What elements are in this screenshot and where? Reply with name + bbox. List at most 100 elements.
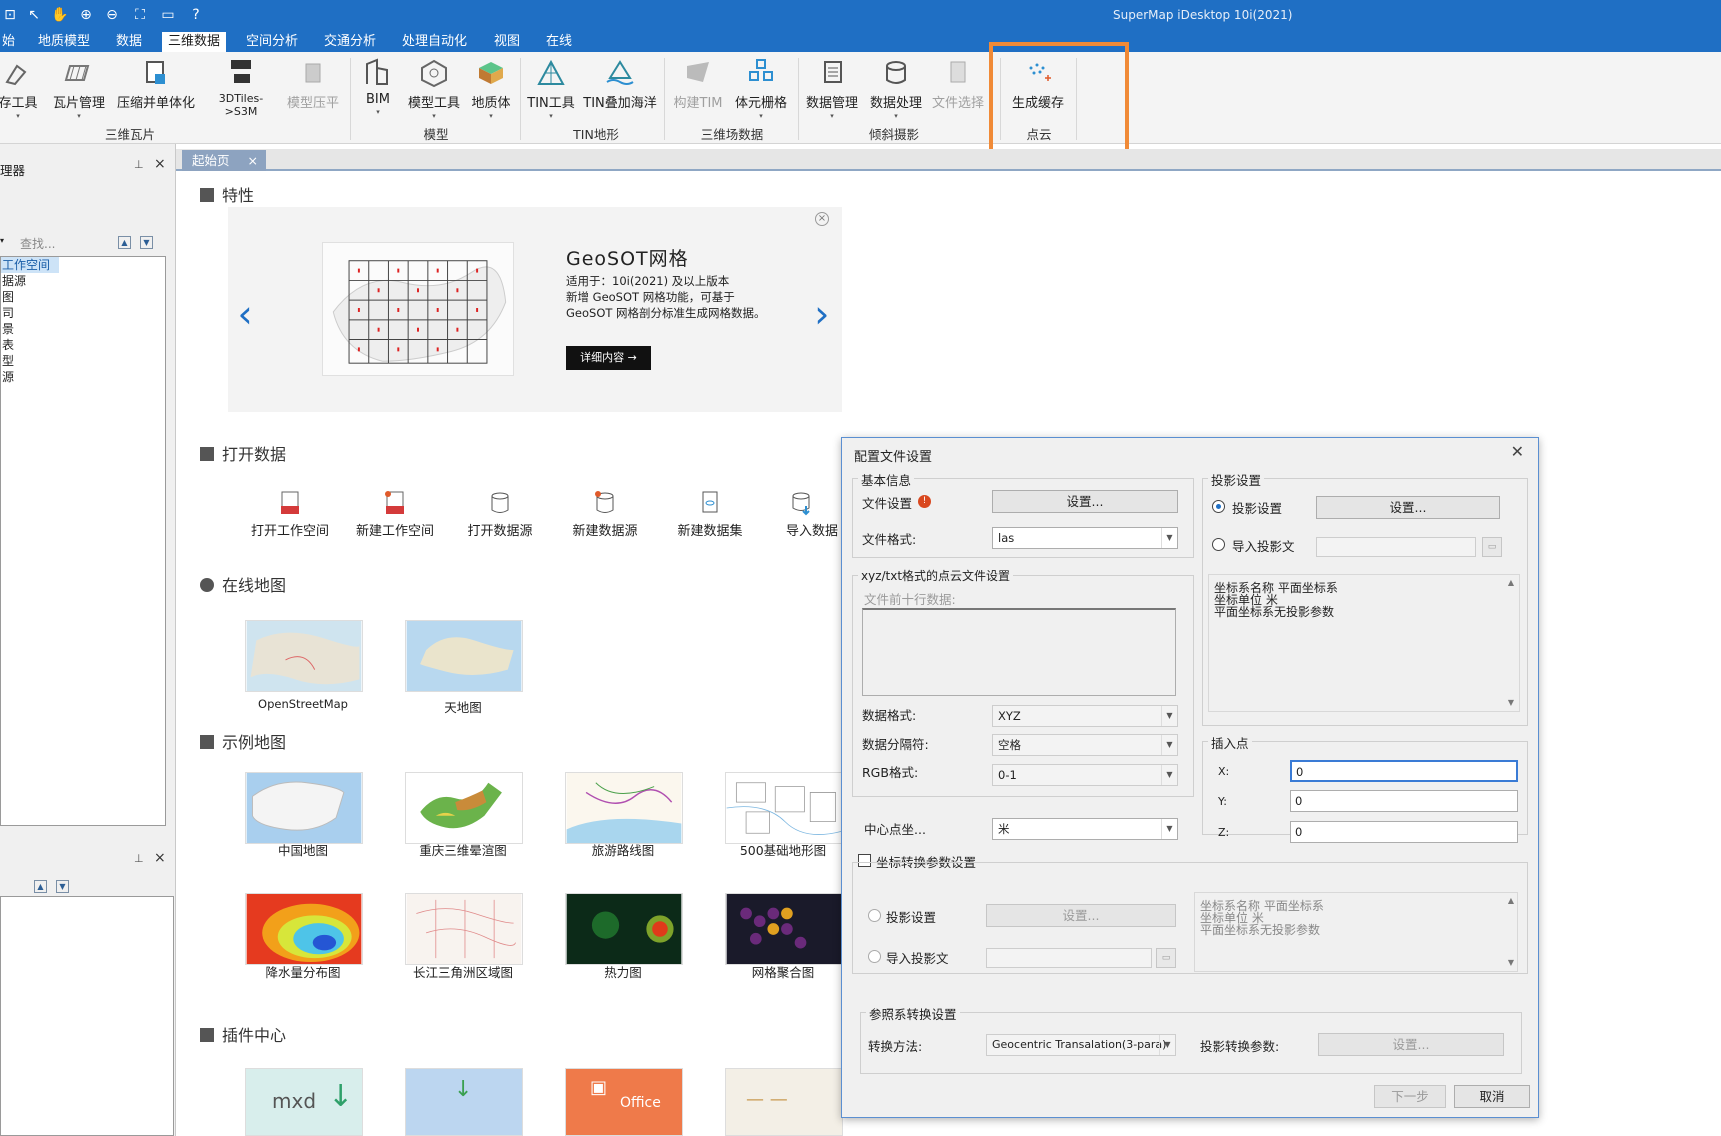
next-button[interactable]: 下一步 xyxy=(1374,1085,1446,1108)
data-format-select[interactable]: XYZ ▼ xyxy=(992,705,1178,727)
browse-folder-icon[interactable]: ▭ xyxy=(1482,537,1502,557)
tin-sea-button[interactable]: TIN叠加海洋 xyxy=(582,58,658,128)
cancel-button[interactable]: 取消 xyxy=(1454,1085,1530,1108)
plugin-import[interactable]: ↓ xyxy=(405,1068,523,1136)
tab-view[interactable]: 视图 xyxy=(488,32,526,52)
layer-down-icon[interactable]: ▼ xyxy=(56,880,69,893)
tree-item-layouts[interactable]: 司 xyxy=(1,305,165,321)
plugin-network[interactable]: — — xyxy=(725,1068,843,1136)
help-icon[interactable]: ? xyxy=(186,5,206,25)
plugin-mxd[interactable]: mxd ↓ xyxy=(245,1068,363,1136)
model-tools-button[interactable]: 模型工具 ▾ xyxy=(402,58,466,128)
center-unit-select[interactable]: 米 ▼ xyxy=(992,818,1178,840)
tree-item-maps[interactable]: 图 xyxy=(1,289,165,305)
build-tim-button[interactable]: 构建TIM xyxy=(668,58,728,128)
transform-import-radio[interactable] xyxy=(868,950,881,963)
tab-traffic-analysis[interactable]: 交通分析 xyxy=(318,32,382,52)
voxel-button[interactable]: 体元栅格 ▾ xyxy=(730,58,792,128)
tab-automation[interactable]: 处理自动化 xyxy=(396,32,473,52)
transform-projection-button[interactable]: 设置... xyxy=(986,904,1176,927)
banner-close-icon[interactable]: × xyxy=(815,212,829,226)
pin-icon[interactable]: ⊥ xyxy=(134,158,144,171)
banner-prev-icon[interactable]: ‹ xyxy=(234,292,257,336)
zoom-in-icon[interactable]: ⊕ xyxy=(76,5,96,25)
scroll-down-icon[interactable]: ▼ xyxy=(1504,958,1518,967)
import-projection-radio[interactable] xyxy=(1212,538,1225,551)
banner-details-button[interactable]: 详细内容 → xyxy=(566,346,651,370)
projection-setting-button[interactable]: 设置... xyxy=(1316,496,1500,519)
transform-projection-radio[interactable] xyxy=(868,909,881,922)
tab-start-page[interactable]: 起始页 × xyxy=(182,150,266,171)
data-process-button[interactable]: 数据处理 ▾ xyxy=(866,58,926,128)
transform-import-path[interactable] xyxy=(986,948,1152,968)
chongqing-thumbnail[interactable] xyxy=(405,772,523,844)
osm-thumbnail[interactable] xyxy=(245,620,363,692)
tin-tools-button[interactable]: TIN工具 ▾ xyxy=(526,58,576,128)
browse-folder-icon[interactable]: ▭ xyxy=(1156,948,1176,968)
tab-3d-data[interactable]: 三维数据 xyxy=(162,32,227,52)
china-map-thumbnail[interactable] xyxy=(245,772,363,844)
tab-start[interactable]: 始 xyxy=(0,32,21,52)
zoom-out-icon[interactable]: ⊖ xyxy=(102,5,122,25)
heatmap-thumbnail[interactable] xyxy=(565,893,683,965)
open-folder-icon[interactable]: ▭ xyxy=(158,5,178,25)
search-up-icon[interactable]: ▲ xyxy=(118,236,131,249)
plugin-office[interactable]: ▣ Office xyxy=(565,1068,683,1136)
y-input[interactable]: 0 xyxy=(1290,790,1518,812)
close-tab-icon[interactable]: × xyxy=(248,150,258,171)
travel-route-thumbnail[interactable] xyxy=(565,772,683,844)
transform-method-select[interactable]: Geocentric Transalation(3-para) ▼ xyxy=(986,1034,1176,1056)
import-data-button[interactable]: 导入数据 xyxy=(766,490,844,539)
new-dataset-button[interactable]: 新建数据集 xyxy=(662,490,758,539)
search-down-icon[interactable]: ▼ xyxy=(140,236,153,249)
grid-aggregation-thumbnail[interactable] xyxy=(725,893,843,965)
pin-icon[interactable]: ⊥ xyxy=(134,852,144,865)
projection-setting-radio[interactable] xyxy=(1212,500,1225,513)
open-datasource-button[interactable]: 打开数据源 xyxy=(452,490,548,539)
preview-textarea[interactable] xyxy=(862,608,1176,696)
z-input[interactable]: 0 xyxy=(1290,821,1518,843)
close-icon[interactable]: × xyxy=(154,850,166,866)
tree-item-resources[interactable]: 源 xyxy=(1,369,165,385)
geo-body-button[interactable]: 地质体 ▾ xyxy=(468,58,514,128)
scroll-up-icon[interactable]: ▲ xyxy=(1504,578,1518,587)
dialog-close-icon[interactable]: ✕ xyxy=(1511,442,1524,461)
dropdown-arrow-icon[interactable]: ▾ xyxy=(0,236,4,245)
precipitation-thumbnail[interactable] xyxy=(245,893,363,965)
tianditu-thumbnail[interactable] xyxy=(405,620,523,692)
tab-online[interactable]: 在线 xyxy=(540,32,578,52)
file-setting-button[interactable]: 设置... xyxy=(992,490,1178,513)
tab-geo-model[interactable]: 地质模型 xyxy=(32,32,96,52)
data-manage-button[interactable]: 数据管理 ▾ xyxy=(802,58,862,128)
proj-transform-param-button[interactable]: 设置... xyxy=(1318,1033,1504,1056)
tree-item-tables[interactable]: 表 xyxy=(1,337,165,353)
tab-spatial-analysis[interactable]: 空间分析 xyxy=(240,32,304,52)
tree-item-datasources[interactable]: 据源 xyxy=(1,273,165,289)
tab-data[interactable]: 数据 xyxy=(110,32,148,52)
rgb-format-select[interactable]: 0-1 ▼ xyxy=(992,764,1178,786)
x-input[interactable]: 0 xyxy=(1290,760,1518,782)
new-icon[interactable]: ⊡ xyxy=(0,5,20,25)
pan-icon[interactable]: ✋ xyxy=(50,5,70,25)
tile-manage-button[interactable]: 瓦片管理 ▾ xyxy=(46,58,112,128)
pointer-icon[interactable]: ↖ xyxy=(24,5,44,25)
bim-button[interactable]: BIM ▾ xyxy=(358,58,398,128)
full-extent-icon[interactable]: ⛶ xyxy=(130,5,150,25)
yangtze-delta-thumbnail[interactable] xyxy=(405,893,523,965)
new-workspace-button[interactable]: 新建工作空间 xyxy=(347,490,443,539)
new-datasource-button[interactable]: 新建数据源 xyxy=(557,490,653,539)
model-flat-button[interactable]: 模型压平 xyxy=(282,58,344,128)
3dtiles-s3m-button[interactable]: 3DTiles->S3M xyxy=(204,58,278,128)
search-input[interactable]: 查找... xyxy=(20,235,108,252)
scroll-down-icon[interactable]: ▼ xyxy=(1504,698,1518,707)
tree-item-workspace[interactable]: 工作空间 xyxy=(1,257,59,273)
compress-button[interactable]: 压缩并单体化 xyxy=(114,58,198,128)
tools-button[interactable]: 存工具 ▾ xyxy=(0,58,42,128)
file-format-select[interactable]: las ▼ xyxy=(992,527,1178,549)
tree-item-scenes[interactable]: 景 xyxy=(1,321,165,337)
banner-next-icon[interactable]: › xyxy=(810,292,833,336)
import-projection-path[interactable] xyxy=(1316,537,1476,557)
close-icon[interactable]: × xyxy=(154,156,166,172)
scroll-up-icon[interactable]: ▲ xyxy=(1504,896,1518,905)
topographic-thumbnail[interactable] xyxy=(725,772,843,844)
